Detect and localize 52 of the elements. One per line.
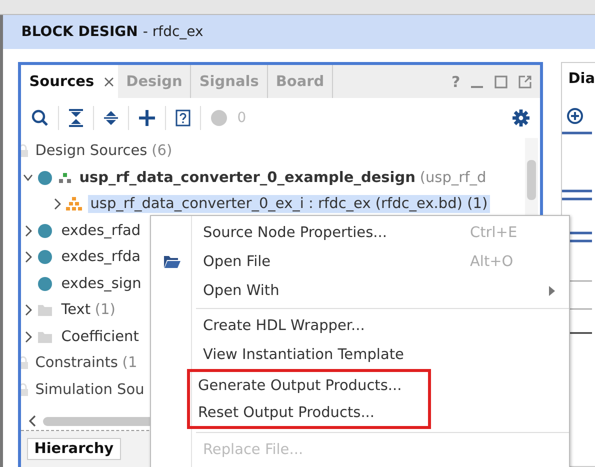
tree-item[interactable]: Constraints (1 [33, 354, 140, 372]
status-dot-icon [210, 109, 228, 127]
message-count: 0 [237, 110, 246, 126]
expand-all-icon[interactable] [103, 109, 120, 127]
banner-subtitle: - rfdc_ex [142, 24, 204, 40]
lock-icon [21, 382, 30, 397]
tree-item[interactable]: Coefficient [59, 328, 141, 346]
float-icon[interactable] [518, 74, 532, 88]
tree-item[interactable]: exdes_rfda [59, 248, 143, 266]
lock-icon [21, 144, 30, 158]
search-icon[interactable] [31, 109, 50, 127]
tree-item[interactable]: exdes_sign [59, 274, 144, 293]
maximize-icon[interactable] [494, 74, 508, 88]
tree-item[interactable]: Design Sources (6) [33, 142, 174, 160]
hierarchy-icon [59, 172, 72, 184]
menu-item[interactable]: Create HDL Wrapper... [192, 311, 569, 340]
collapsed-chevron-icon[interactable] [23, 251, 34, 264]
folder-icon [37, 330, 54, 344]
lock-icon [21, 356, 30, 370]
help-document-icon[interactable] [175, 109, 192, 127]
ip-dot-icon [37, 222, 54, 239]
menu-item[interactable]: Source Node Properties... Ctrl+E [192, 218, 569, 247]
menu-item[interactable]: View Instantiation Template [192, 340, 569, 369]
plus-icon[interactable] [138, 109, 156, 127]
collapsed-chevron-icon[interactable] [23, 224, 34, 237]
tree-item[interactable]: usp_rf_data_converter_0_example_design (usp_rf_d [77, 168, 488, 187]
diagram-tab[interactable]: Dia [562, 63, 595, 97]
close-icon[interactable] [104, 76, 114, 86]
tree-item[interactable]: Simulation Sou [33, 380, 146, 399]
tree-item[interactable]: exdes_rfad [59, 222, 143, 240]
tree-item[interactable]: Text (1) [59, 301, 118, 320]
banner-title: BLOCK DESIGN [21, 24, 138, 40]
settings-icon[interactable] [512, 109, 530, 127]
ip-dot-icon [37, 170, 54, 186]
collapsed-chevron-icon[interactable] [52, 198, 62, 210]
folder-icon [163, 254, 181, 268]
bottom-tab[interactable]: Hierarchy [27, 438, 121, 460]
menu-item[interactable]: Open File Alt+O [192, 247, 569, 276]
block-design-icon [66, 197, 82, 212]
folder-icon [37, 303, 54, 318]
submenu-arrow-icon [549, 286, 555, 296]
ip-dot-icon [37, 249, 54, 266]
tree-item[interactable]: usp_rf_data_converter_0_ex_i : rfdc_ex (rfdc_ex.bd) (1) [88, 195, 490, 214]
menu-item[interactable]: Generate Output Products... [192, 372, 428, 399]
menu-item[interactable]: Reset Output Products... [192, 399, 428, 426]
collapsed-chevron-icon[interactable] [23, 330, 34, 343]
collapse-all-icon[interactable] [68, 109, 84, 127]
ip-dot-icon [37, 276, 54, 292]
collapsed-chevron-icon[interactable] [23, 304, 34, 316]
panel-tab[interactable]: Sources [21, 65, 118, 98]
menu-item[interactable]: Open With [192, 276, 569, 305]
scroll-left-icon[interactable] [27, 415, 38, 427]
